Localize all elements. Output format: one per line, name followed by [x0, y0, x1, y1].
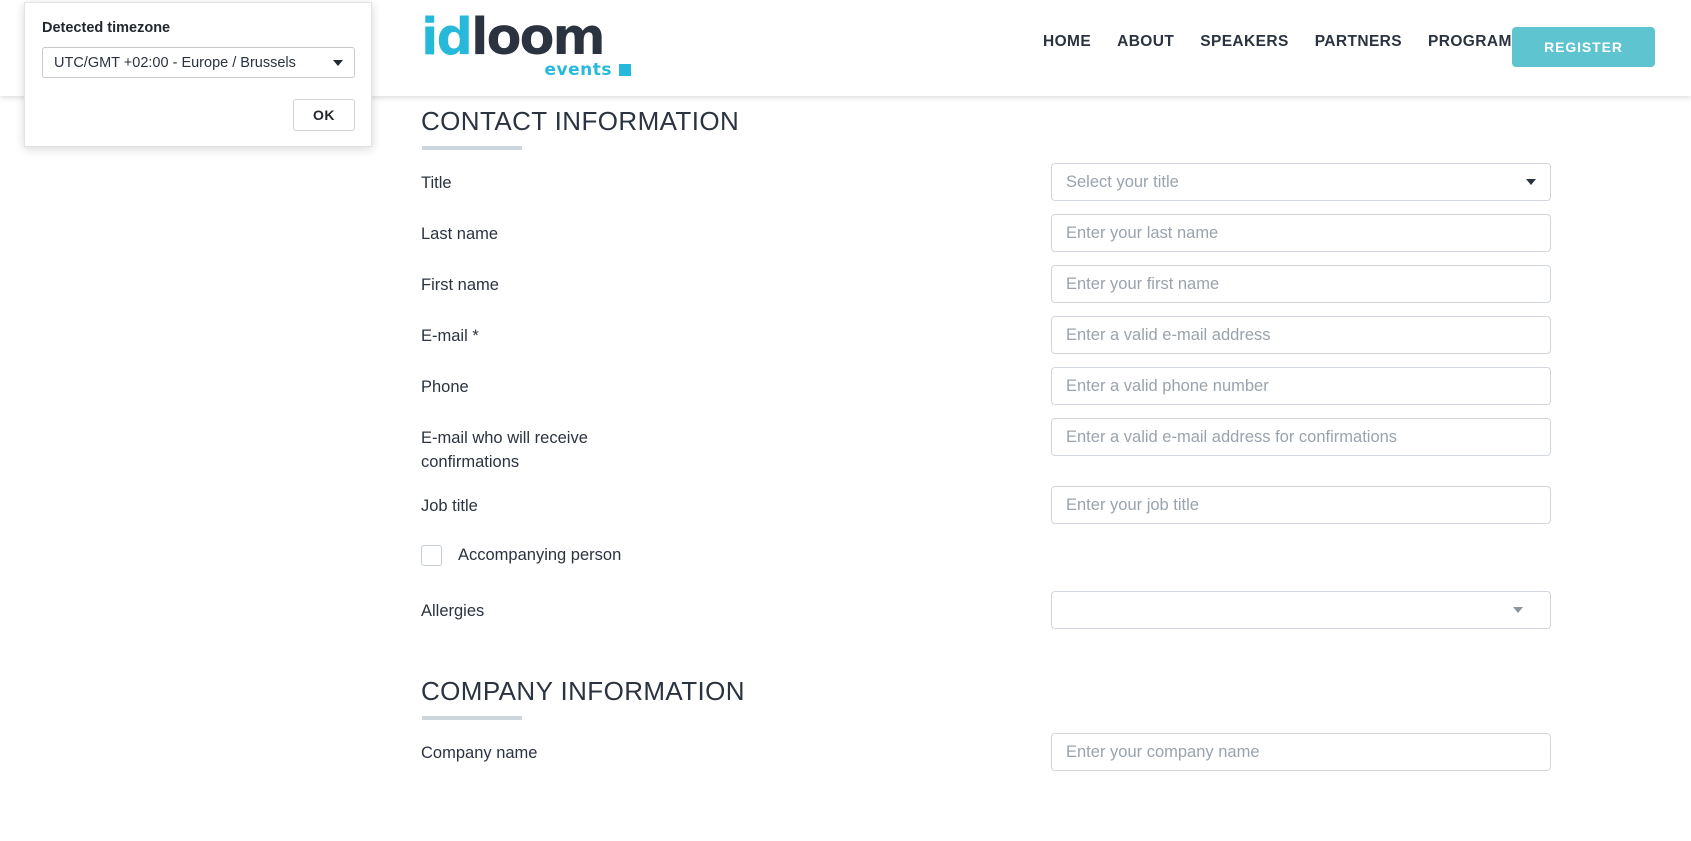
last-name-input[interactable] — [1051, 214, 1551, 252]
field-label-company-name: Company name — [421, 744, 538, 762]
allergies-select[interactable] — [1051, 591, 1551, 629]
timezone-dialog-title: Detected timezone — [42, 20, 171, 36]
idloom-events-logo[interactable]: idloom events — [421, 12, 631, 84]
field-row-accompanying-person: Accompanying person — [421, 545, 621, 566]
section-heading-company-information: COMPANY INFORMATION — [421, 676, 745, 720]
field-label-allergies: Allergies — [421, 602, 485, 620]
title-select[interactable]: Select your title — [1051, 163, 1551, 201]
accompanying-person-checkbox[interactable] — [421, 545, 442, 566]
first-name-input[interactable] — [1051, 265, 1551, 303]
nav-item-partners[interactable]: PARTNERS — [1302, 33, 1415, 51]
allergies-select-wrapper — [1051, 591, 1551, 629]
nav-item-home[interactable]: HOME — [1030, 33, 1104, 51]
logo-wordmark: idloom — [421, 12, 631, 64]
timezone-select-wrapper: UTC/GMT +02:00 - Europe / Brussels — [42, 47, 355, 78]
timezone-select[interactable]: UTC/GMT +02:00 - Europe / Brussels — [42, 47, 355, 78]
logo-text-events: events — [544, 60, 612, 80]
detected-timezone-dialog: Detected timezone UTC/GMT +02:00 - Europ… — [24, 2, 372, 147]
company-name-input[interactable] — [1051, 733, 1551, 771]
field-label-phone: Phone — [421, 378, 469, 396]
phone-input[interactable] — [1051, 367, 1551, 405]
section-heading-contact-information: CONTACT INFORMATION — [421, 106, 740, 150]
field-label-first-name: First name — [421, 276, 499, 294]
field-label-title: Title — [421, 174, 452, 192]
logo-square-icon — [619, 64, 631, 76]
field-label-confirmation-email: E-mail who will receive confirmations — [421, 429, 588, 471]
field-label-email: E-mail * — [421, 327, 479, 345]
field-label-last-name: Last name — [421, 225, 499, 243]
field-label-job-title: Job title — [421, 497, 478, 515]
email-input[interactable] — [1051, 316, 1551, 354]
register-button[interactable]: REGISTER — [1512, 27, 1655, 67]
timezone-ok-button[interactable]: OK — [293, 99, 355, 131]
logo-text-loom: loom — [471, 8, 606, 67]
confirmation-email-input[interactable] — [1051, 418, 1551, 456]
main-navigation: HOME ABOUT SPEAKERS PARTNERS PROGRAMME — [1030, 33, 1549, 51]
logo-text-id: id — [421, 8, 473, 67]
nav-item-about[interactable]: ABOUT — [1104, 33, 1187, 51]
job-title-input[interactable] — [1051, 486, 1551, 524]
title-select-wrapper: Select your title — [1051, 163, 1551, 201]
accompanying-person-label: Accompanying person — [458, 546, 622, 564]
logo-subtitle-group: events — [544, 60, 631, 80]
nav-item-speakers[interactable]: SPEAKERS — [1187, 33, 1301, 51]
